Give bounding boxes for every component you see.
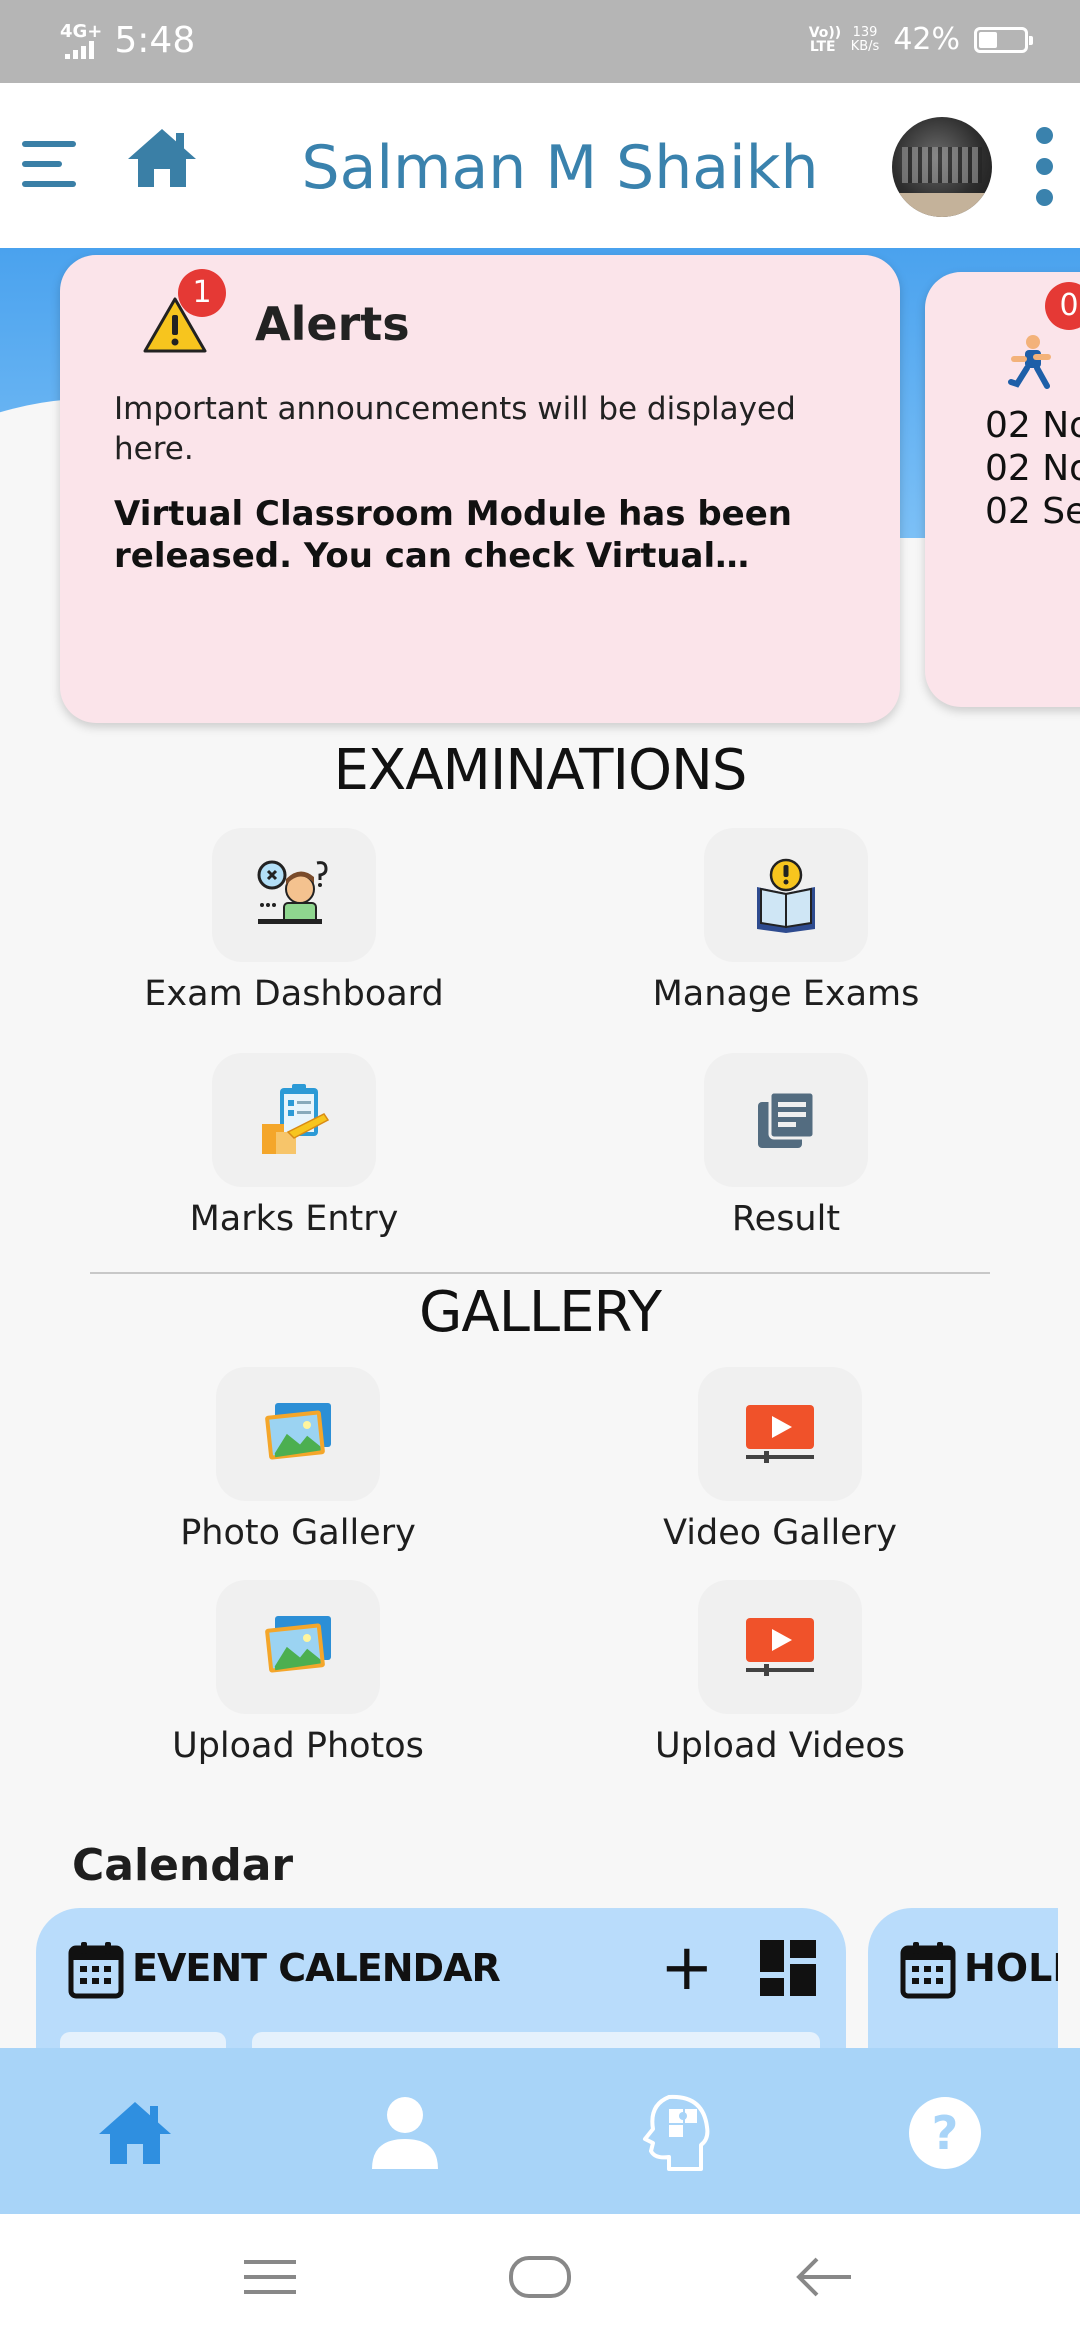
hamburger-menu-icon[interactable] xyxy=(22,133,82,193)
exam-dashboard-label: Exam Dashboard xyxy=(144,974,444,1014)
calendar-icon xyxy=(900,1940,956,2000)
add-event-icon[interactable]: + xyxy=(660,1936,714,2000)
recents-icon[interactable] xyxy=(230,2244,310,2310)
manage-exams-tile[interactable]: Manage Exams xyxy=(606,828,966,1014)
network-indicator: 4G+ xyxy=(60,20,103,59)
app-bar: Salman M Shaikh xyxy=(0,83,1080,248)
clock: 5:48 xyxy=(114,20,196,61)
event-calendar-title: EVENT CALENDAR xyxy=(132,1946,501,1990)
video-gallery-label: Video Gallery xyxy=(663,1513,897,1553)
network-type: 4G+ xyxy=(60,20,103,42)
alert-title: Alerts xyxy=(255,297,410,351)
nav-help-icon[interactable]: ? xyxy=(895,2088,995,2178)
manage-exams-label: Manage Exams xyxy=(652,974,920,1014)
result-tile[interactable]: Result xyxy=(606,1053,966,1239)
gallery-title: GALLERY xyxy=(418,1280,662,1345)
notice-date-line: 02 Se xyxy=(985,491,1080,532)
bottom-nav: ? xyxy=(0,2048,1080,2214)
section-divider xyxy=(90,1272,990,1274)
video-play-icon xyxy=(698,1367,862,1501)
data-speed: 139 KB/s xyxy=(850,24,880,54)
upload-videos-tile[interactable]: Upload Videos xyxy=(600,1580,960,1766)
calendar-icon xyxy=(68,1940,124,2000)
video-play-icon xyxy=(698,1580,862,1714)
runner-icon xyxy=(1003,332,1063,392)
home-icon[interactable] xyxy=(124,125,208,197)
volte-icon: Vo)) LTE xyxy=(808,24,842,55)
status-left: 4G+ 5:48 xyxy=(60,20,195,61)
signal-icon xyxy=(64,40,94,59)
kebab-menu-icon[interactable] xyxy=(1034,127,1056,207)
status-bar: 4G+ 5:48 Vo)) LTE 139 KB/s 42% xyxy=(0,0,1080,83)
battery-percent: 42% xyxy=(893,22,960,57)
nav-profile-icon[interactable] xyxy=(355,2088,455,2178)
notice-date-line: 02 No xyxy=(985,405,1080,446)
calendar-preview xyxy=(60,2032,820,2048)
upload-photos-label: Upload Photos xyxy=(172,1726,424,1766)
alerts-card[interactable]: 1 Alerts Important announcements will be… xyxy=(60,255,900,723)
speed-value: 139 xyxy=(852,24,878,40)
video-gallery-tile[interactable]: Video Gallery xyxy=(600,1367,960,1553)
notice-card[interactable]: 0 02 No 02 No 02 Se xyxy=(925,272,1080,707)
avatar[interactable] xyxy=(892,117,992,217)
marks-entry-tile[interactable]: Marks Entry xyxy=(114,1053,474,1239)
holiday-calendar-title: HOLI xyxy=(964,1946,1058,1990)
speed-unit: KB/s xyxy=(850,38,880,54)
svg-text:?: ? xyxy=(932,2106,959,2160)
upload-videos-label: Upload Videos xyxy=(654,1726,906,1766)
nav-home-icon[interactable] xyxy=(85,2088,185,2178)
event-calendar-card[interactable]: EVENT CALENDAR + xyxy=(36,1908,846,2048)
notice-date-line: 02 No xyxy=(985,448,1080,489)
alert-message: Virtual Classroom Module has been releas… xyxy=(114,494,792,576)
examinations-title: EXAMINATIONS xyxy=(333,738,748,803)
alert-count-badge: 1 xyxy=(178,269,226,317)
back-arrow-icon[interactable] xyxy=(784,2244,864,2310)
student-thinking-icon xyxy=(212,828,376,962)
book-alert-icon xyxy=(704,828,868,962)
upload-photos-tile[interactable]: Upload Photos xyxy=(118,1580,478,1766)
alert-description: Important announcements will be displaye… xyxy=(114,391,796,467)
calendar-heading: Calendar xyxy=(72,1840,294,1891)
clipboard-pen-icon xyxy=(212,1053,376,1187)
photo-gallery-tile[interactable]: Photo Gallery xyxy=(118,1367,478,1553)
documents-icon xyxy=(704,1053,868,1187)
exam-dashboard-tile[interactable]: Exam Dashboard xyxy=(114,828,474,1014)
photo-icon xyxy=(216,1580,380,1714)
notice-dates: 02 No 02 No 02 Se xyxy=(985,404,1080,533)
photo-icon xyxy=(216,1367,380,1501)
page-title: Salman M Shaikh xyxy=(301,133,819,203)
status-right: Vo)) LTE 139 KB/s 42% xyxy=(808,22,1033,57)
nav-brain-puzzle-icon[interactable] xyxy=(627,2088,727,2178)
holiday-calendar-card[interactable]: HOLI xyxy=(868,1908,1058,2048)
system-nav xyxy=(0,2214,1080,2340)
notice-count-badge: 0 xyxy=(1045,282,1080,330)
dashboard-grid-icon[interactable] xyxy=(760,1940,816,1996)
battery-icon xyxy=(974,26,1033,53)
marks-entry-label: Marks Entry xyxy=(189,1199,399,1239)
photo-gallery-label: Photo Gallery xyxy=(180,1513,416,1553)
result-label: Result xyxy=(731,1199,841,1239)
home-pill-icon[interactable] xyxy=(500,2244,580,2310)
